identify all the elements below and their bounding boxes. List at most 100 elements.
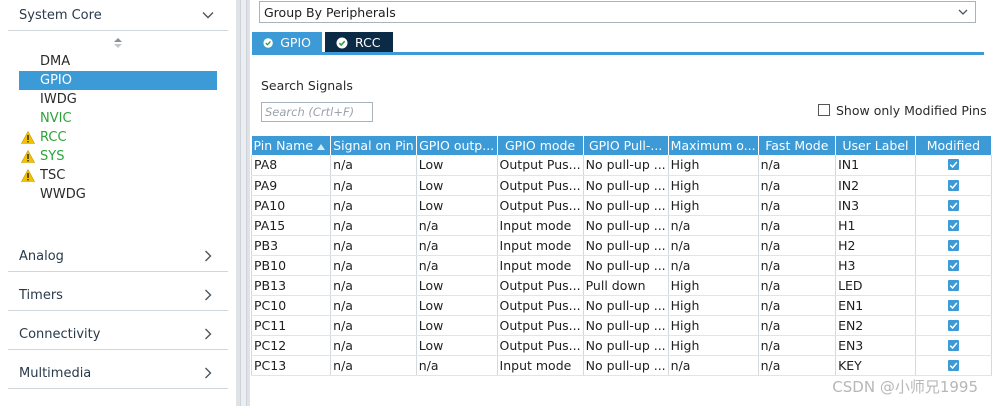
column-header-gpio-mode[interactable]: GPIO mode [497,136,584,155]
pull-cell[interactable]: No pull-up ... [583,355,669,376]
gpio-mode-cell[interactable]: Output Pus... [497,175,584,196]
fast-mode-cell[interactable]: n/a [758,195,837,216]
peripheral-item-sys[interactable]: SYS [19,147,217,166]
output-level-cell[interactable]: Low [416,335,498,356]
pin-name-cell[interactable]: PA15 [250,215,332,236]
output-level-cell[interactable]: Low [416,275,498,296]
pin-name-cell[interactable]: PC11 [250,315,332,336]
signal-cell[interactable]: n/a [330,335,417,356]
max-speed-cell[interactable]: High [668,155,759,176]
output-level-cell[interactable]: n/a [416,235,498,256]
user-label-cell[interactable]: EN1 [835,295,916,316]
fast-mode-cell[interactable]: n/a [758,255,837,276]
user-label-cell[interactable]: EN2 [835,315,916,336]
fast-mode-cell[interactable]: n/a [758,215,837,236]
user-label-cell[interactable]: IN3 [835,195,916,216]
user-label-cell[interactable]: EN3 [835,335,916,356]
peripheral-item-nvic[interactable]: NVIC [19,109,217,128]
gpio-mode-cell[interactable]: Input mode [497,355,584,376]
gpio-mode-cell[interactable]: Output Pus... [497,295,584,316]
peripheral-item-gpio[interactable]: GPIO [19,71,217,90]
fast-mode-cell[interactable]: n/a [758,335,837,356]
table-row[interactable]: PA10 n/a Low Output Pus... No pull-up ... Hig… [250,195,992,216]
signal-cell[interactable]: n/a [330,235,417,256]
category-multimedia[interactable]: Multimedia [0,358,236,388]
output-level-cell[interactable]: Low [416,195,498,216]
signal-cell[interactable]: n/a [330,255,417,276]
pin-name-cell[interactable]: PA10 [250,195,332,216]
user-label-cell[interactable]: H1 [835,215,916,236]
fast-mode-cell[interactable]: n/a [758,235,837,256]
pull-cell[interactable]: Pull down [583,275,669,296]
sort-indicator-icon[interactable] [113,37,123,49]
pin-name-cell[interactable]: PA8 [250,155,332,176]
user-label-cell[interactable]: LED [835,275,916,296]
column-header-modified[interactable]: Modified [915,136,992,155]
column-header-pin-name[interactable]: Pin Name [251,136,332,155]
fast-mode-cell[interactable]: n/a [758,355,837,376]
max-speed-cell[interactable]: High [668,175,759,196]
pin-name-cell[interactable]: PB3 [250,235,332,256]
max-speed-cell[interactable]: High [668,335,759,356]
signal-cell[interactable]: n/a [330,355,417,376]
max-speed-cell[interactable]: n/a [668,355,759,376]
pull-cell[interactable]: No pull-up ... [583,255,669,276]
output-level-cell[interactable]: Low [416,315,498,336]
pin-name-cell[interactable]: PA9 [250,175,332,196]
output-level-cell[interactable]: Low [416,175,498,196]
signal-cell[interactable]: n/a [330,215,417,236]
pull-cell[interactable]: No pull-up ... [583,195,669,216]
gpio-mode-cell[interactable]: Output Pus... [497,275,584,296]
column-header-fast-mode[interactable]: Fast Mode [758,136,837,155]
user-label-cell[interactable]: KEY [835,355,916,376]
max-speed-cell[interactable]: High [668,315,759,336]
table-row[interactable]: PA8 n/a Low Output Pus... No pull-up ... High… [250,155,992,176]
tab-rcc[interactable]: RCC [325,32,393,53]
gpio-mode-cell[interactable]: Input mode [497,215,584,236]
max-speed-cell[interactable]: n/a [668,255,759,276]
pin-name-cell[interactable]: PC10 [250,295,332,316]
pull-cell[interactable]: No pull-up ... [583,235,669,256]
column-header-maximum-output-speed[interactable]: Maximum o... [668,136,759,155]
pin-name-cell[interactable]: PC13 [250,355,332,376]
search-signals-input[interactable] [261,102,373,122]
gpio-mode-cell[interactable]: Output Pus... [497,195,584,216]
pin-name-cell[interactable]: PB10 [250,255,332,276]
signal-cell[interactable]: n/a [330,295,417,316]
signal-cell[interactable]: n/a [330,155,417,176]
signal-cell[interactable]: n/a [330,315,417,336]
category-analog[interactable]: Analog [0,241,236,271]
panel-splitter[interactable] [236,0,250,406]
table-row[interactable]: PB13 n/a Low Output Pus... Pull down High n/a L… [250,275,992,296]
fast-mode-cell[interactable]: n/a [758,295,837,316]
fast-mode-cell[interactable]: n/a [758,175,837,196]
table-row[interactable]: PB3 n/a n/a Input mode No pull-up ... n/a n/a H… [250,235,992,256]
peripheral-item-wwdg[interactable]: WWDG [19,185,217,204]
category-connectivity[interactable]: Connectivity [0,319,236,349]
pull-cell[interactable]: No pull-up ... [583,295,669,316]
output-level-cell[interactable]: n/a [416,355,498,376]
user-label-cell[interactable]: H2 [835,235,916,256]
max-speed-cell[interactable]: High [668,195,759,216]
checkbox-box[interactable] [818,104,830,116]
max-speed-cell[interactable]: n/a [668,235,759,256]
gpio-mode-cell[interactable]: Input mode [497,235,584,256]
gpio-mode-cell[interactable]: Output Pus... [497,335,584,356]
user-label-cell[interactable]: IN1 [835,155,916,176]
category-system-core[interactable]: System Core [0,0,236,30]
table-row[interactable]: PC12 n/a Low Output Pus... No pull-up ... Hig… [250,335,992,356]
output-level-cell[interactable]: Low [416,295,498,316]
table-row[interactable]: PC11 n/a Low Output Pus... No pull-up ... Hig… [250,315,992,336]
output-level-cell[interactable]: n/a [416,255,498,276]
column-header-gpio-output-level[interactable]: GPIO outp... [416,136,498,155]
table-row[interactable]: PC13 n/a n/a Input mode No pull-up ... n/a n/a… [250,355,992,376]
gpio-mode-cell[interactable]: Output Pus... [497,315,584,336]
gpio-mode-cell[interactable]: Input mode [497,255,584,276]
max-speed-cell[interactable]: High [668,295,759,316]
column-header-gpio-pull[interactable]: GPIO Pull-... [583,136,669,155]
pull-cell[interactable]: No pull-up ... [583,315,669,336]
signal-cell[interactable]: n/a [330,175,417,196]
column-header-user-label[interactable]: User Label [835,136,916,155]
table-row[interactable]: PC10 n/a Low Output Pus... No pull-up ... Hig… [250,295,992,316]
user-label-cell[interactable]: IN2 [835,175,916,196]
